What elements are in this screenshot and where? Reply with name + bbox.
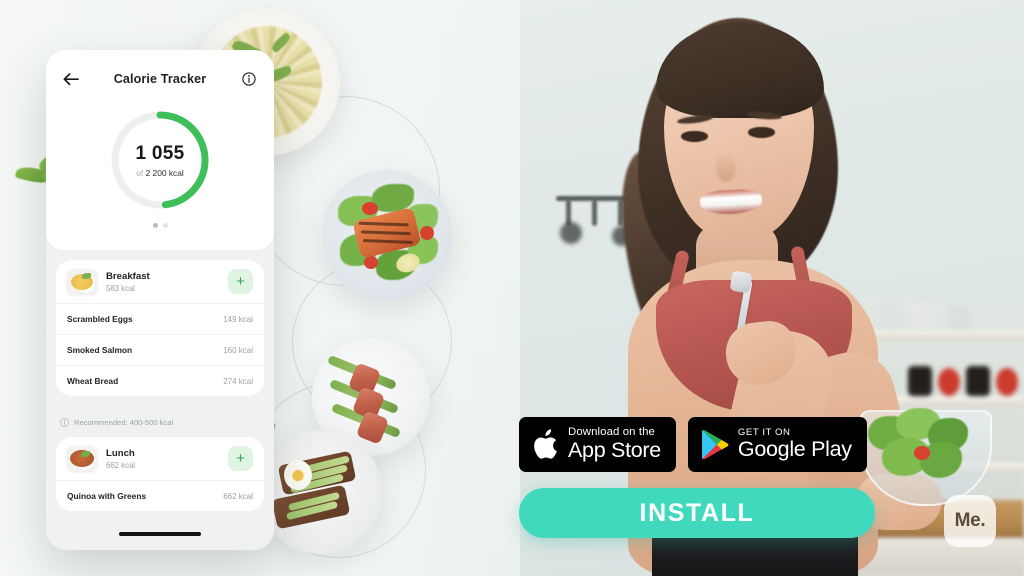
google-play-icon (701, 430, 729, 460)
meal-header[interactable]: Breakfast 583 kcal + (56, 260, 264, 303)
home-indicator (119, 532, 201, 536)
food-kcal: 662 kcal (223, 491, 253, 501)
food-item-row[interactable]: Quinoa with Greens 662 kcal (56, 480, 264, 511)
fork-head-icon (729, 270, 753, 294)
eye (748, 127, 775, 138)
badge-big-text: App Store (568, 437, 661, 462)
calorie-value: 1 055 (135, 142, 185, 164)
food-kcal: 160 kcal (223, 345, 253, 355)
recommendation-row: Recommended: 400-500 kcal (46, 406, 274, 437)
calorie-summary-card: Calorie Tracker 1 055 of 2 200 kcal (46, 50, 274, 250)
scrambled-eggs-thumb-icon (67, 269, 97, 294)
food-name: Smoked Salmon (67, 345, 133, 355)
install-button[interactable]: INSTALL (519, 488, 875, 538)
add-food-button[interactable]: + (228, 446, 253, 471)
calorie-goal: of 2 200 kcal (136, 168, 184, 178)
food-item-row[interactable]: Scrambled Eggs 149 kcal (56, 303, 264, 334)
goal-value: 2 200 kcal (145, 167, 184, 178)
goal-prefix: of (136, 167, 144, 178)
install-button-label: INSTALL (639, 498, 755, 527)
hair-front (656, 22, 824, 118)
food-kcal: 149 kcal (223, 314, 253, 324)
info-icon[interactable] (238, 68, 260, 90)
food-photo-grilled-salmon-salad (322, 170, 452, 300)
promo-banner: Calorie Tracker 1 055 of 2 200 kcal Brea… (0, 0, 1024, 576)
nose (716, 152, 736, 182)
food-name: Scrambled Eggs (67, 314, 133, 324)
carousel-pager[interactable] (60, 223, 260, 228)
food-item-row[interactable]: Smoked Salmon 160 kcal (56, 334, 264, 365)
add-food-button[interactable]: + (228, 269, 253, 294)
badge-big-text: Google Play (737, 436, 852, 461)
meal-name: Lunch (106, 447, 135, 459)
meal-kcal: 583 kcal (106, 283, 136, 293)
shelf-jar (996, 368, 1018, 396)
google-play-badge[interactable]: GET IT ON Google Play (687, 417, 867, 472)
apple-icon (534, 428, 557, 459)
phone-mockup: Calorie Tracker 1 055 of 2 200 kcal Brea… (46, 50, 274, 550)
meal-kcal: 662 kcal (106, 460, 136, 470)
calorie-progress-ring: 1 055 of 2 200 kcal (108, 108, 212, 212)
recommendation-text: Recommended: 400-500 kcal (74, 418, 174, 427)
meal-name: Breakfast (106, 270, 150, 282)
food-name: Wheat Bread (67, 376, 119, 386)
app-logo-text: Me. (954, 510, 986, 531)
back-arrow-icon[interactable] (60, 68, 82, 90)
pager-dot[interactable] (152, 223, 158, 228)
app-header: Calorie Tracker (60, 64, 260, 94)
meal-header[interactable]: Lunch 662 kcal + (56, 437, 264, 480)
store-badges: Download on the App Store GET IT ON Goog… (519, 417, 867, 472)
app-logo[interactable]: Me. (944, 495, 996, 547)
app-store-badge[interactable]: Download on the App Store (519, 417, 676, 472)
page-title: Calorie Tracker (113, 72, 207, 86)
eye (681, 131, 708, 142)
pager-dot[interactable] (162, 223, 168, 228)
food-photo-avocado-toast (258, 430, 382, 554)
lunch-bowl-thumb-icon (67, 446, 97, 471)
meal-card-lunch: Lunch 662 kcal + Quinoa with Greens 662 … (56, 437, 264, 511)
info-circle-icon (60, 418, 69, 427)
food-kcal: 274 kcal (223, 376, 253, 386)
food-name: Quinoa with Greens (67, 491, 147, 501)
boiled-egg (284, 460, 312, 490)
food-item-row[interactable]: Wheat Bread 274 kcal (56, 365, 264, 396)
meal-card-breakfast: Breakfast 583 kcal + Scrambled Eggs 149 … (56, 260, 264, 396)
